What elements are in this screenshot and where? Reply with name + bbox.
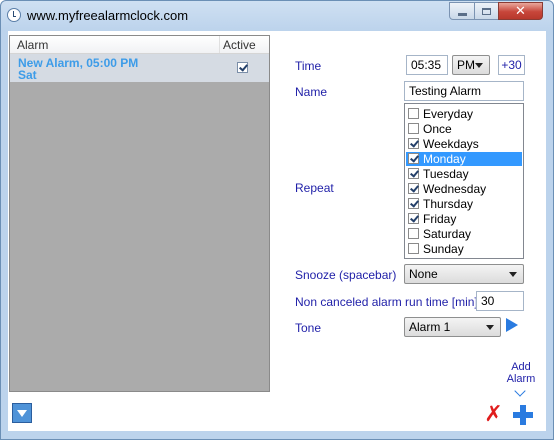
repeat-item-wednesday[interactable]: Wednesday xyxy=(406,182,522,196)
repeat-item-monday[interactable]: Monday xyxy=(406,152,522,166)
repeat-checkbox[interactable] xyxy=(408,228,419,239)
add-alarm-label-line1: Add xyxy=(511,361,531,373)
tone-select[interactable]: Alarm 1 xyxy=(404,317,501,337)
repeat-checkbox[interactable] xyxy=(408,138,419,149)
repeat-checkbox[interactable] xyxy=(408,198,419,209)
delete-icon[interactable]: ✗ xyxy=(484,404,503,426)
chevron-down-icon xyxy=(514,385,526,397)
add-alarm-link[interactable]: Add Alarm xyxy=(504,361,538,385)
repeat-item-label: Tuesday xyxy=(423,167,469,181)
alarm-active-checkbox[interactable] xyxy=(237,62,248,73)
column-divider[interactable] xyxy=(219,36,220,53)
chevron-down-icon xyxy=(475,63,483,68)
alarm-list[interactable]: Alarm Active New Alarm, 05:00 PM Sat xyxy=(9,35,270,392)
repeat-item-thursday[interactable]: Thursday xyxy=(406,197,522,211)
snooze-label: Snooze (spacebar) xyxy=(295,268,397,282)
maximize-icon xyxy=(482,7,491,15)
ampm-select[interactable]: PM xyxy=(452,55,490,75)
repeat-checkbox[interactable] xyxy=(408,153,419,164)
repeat-checkbox[interactable] xyxy=(408,123,419,134)
repeat-item-label: Friday xyxy=(423,212,457,226)
close-icon: ✕ xyxy=(515,3,526,19)
repeat-checkbox[interactable] xyxy=(408,243,419,254)
window-title: www.myfreealarmclock.com xyxy=(27,8,189,23)
checkmark-icon xyxy=(410,183,419,193)
repeat-item-saturday[interactable]: Saturday xyxy=(406,227,522,241)
repeat-checklist[interactable]: Everyday Once Weekdays Monday Tuesday We… xyxy=(404,103,524,259)
repeat-item-label: Sunday xyxy=(423,242,464,256)
repeat-label: Repeat xyxy=(295,181,334,195)
snooze-value: None xyxy=(409,267,438,281)
repeat-item-label: Once xyxy=(423,122,452,136)
chevron-down-icon xyxy=(509,272,517,277)
title-bar[interactable]: www.myfreealarmclock.com ✕ xyxy=(1,1,553,31)
alarm-list-row[interactable]: New Alarm, 05:00 PM Sat xyxy=(10,54,269,82)
repeat-item-label: Thursday xyxy=(423,197,474,211)
client-area: Alarm Active New Alarm, 05:00 PM Sat Tim… xyxy=(8,31,546,431)
repeat-checkbox[interactable] xyxy=(408,108,419,119)
chevron-down-icon xyxy=(486,325,494,330)
repeat-item-weekdays[interactable]: Weekdays xyxy=(406,137,522,151)
repeat-checkbox[interactable] xyxy=(408,168,419,179)
repeat-item-label: Everyday xyxy=(423,107,474,121)
repeat-item-label: Saturday xyxy=(423,227,472,241)
add-alarm-label-line2: Alarm xyxy=(506,373,536,385)
time-input[interactable]: 05:35 xyxy=(406,55,448,75)
ampm-value: PM xyxy=(457,58,475,72)
app-window: www.myfreealarmclock.com ✕ Alarm Active … xyxy=(0,0,554,440)
column-header-active[interactable]: Active xyxy=(223,38,256,52)
close-button[interactable]: ✕ xyxy=(498,2,543,20)
snooze-select[interactable]: None xyxy=(404,264,524,284)
checkmark-icon xyxy=(410,213,419,223)
name-label: Name xyxy=(295,85,328,99)
download-arrow-icon[interactable] xyxy=(12,403,32,423)
minimize-button[interactable] xyxy=(449,2,475,20)
column-header-alarm[interactable]: Alarm xyxy=(17,38,48,52)
tone-value: Alarm 1 xyxy=(409,320,451,334)
repeat-checkbox[interactable] xyxy=(408,183,419,194)
checkmark-icon xyxy=(410,138,419,148)
repeat-item-label: Monday xyxy=(423,152,466,166)
noncancel-label: Non canceled alarm run time [min] xyxy=(295,295,478,309)
repeat-item-friday[interactable]: Friday xyxy=(406,212,522,226)
repeat-item-tuesday[interactable]: Tuesday xyxy=(406,167,522,181)
noncancel-input[interactable]: 30 xyxy=(476,291,524,311)
repeat-item-label: Wednesday xyxy=(423,182,487,196)
time-label: Time xyxy=(295,59,322,73)
play-icon[interactable] xyxy=(506,318,518,332)
checkmark-icon xyxy=(410,168,419,178)
repeat-item-sunday[interactable]: Sunday xyxy=(406,242,522,256)
tone-label: Tone xyxy=(295,321,322,335)
checkmark-icon xyxy=(410,153,419,163)
maximize-button[interactable] xyxy=(474,2,499,20)
plus-vertical-bar xyxy=(520,405,526,425)
checkmark-icon xyxy=(239,62,248,72)
repeat-item-everyday[interactable]: Everyday xyxy=(406,107,522,121)
alarm-list-header: Alarm Active xyxy=(10,36,269,54)
alarm-clock-icon xyxy=(7,8,21,22)
repeat-checkbox[interactable] xyxy=(408,213,419,224)
minimize-icon xyxy=(457,12,467,16)
repeat-item-once[interactable]: Once xyxy=(406,122,522,136)
add-30-minutes-button[interactable]: +30 xyxy=(498,55,525,75)
add-plus-icon[interactable] xyxy=(513,405,533,425)
checkmark-icon xyxy=(410,198,419,208)
name-input[interactable]: Testing Alarm xyxy=(404,81,524,101)
repeat-item-label: Weekdays xyxy=(423,137,479,151)
alarm-row-days: Sat xyxy=(18,68,37,82)
